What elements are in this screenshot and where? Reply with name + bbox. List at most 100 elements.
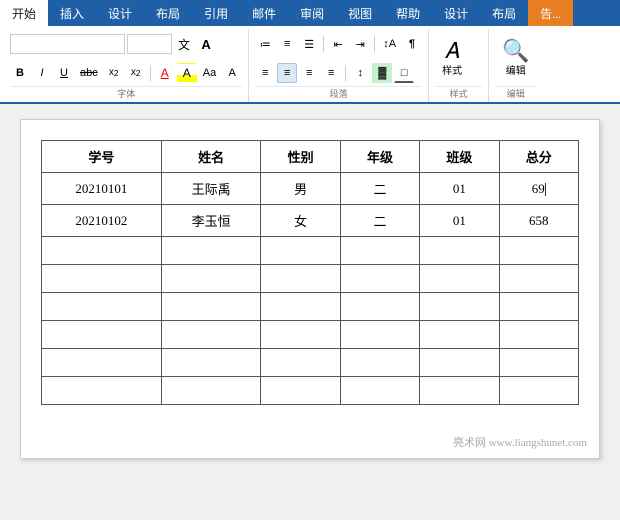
table-cell: 01 [420,205,499,237]
table-row [42,237,579,265]
edit-big-label: 编辑 [506,62,526,77]
table-cell: 女 [261,205,340,237]
font-name-input[interactable]: 等线 (中文正文) [10,34,125,54]
table-cell [340,349,419,377]
sort-button[interactable]: ↕A [379,34,400,54]
style-big-label: 样式 [442,62,462,77]
font-color-button[interactable]: A [155,63,175,83]
para-row2: ≡ ≡ ≡ ≡ ↕ ▓ □ [255,60,422,87]
tab-design1[interactable]: 设计 [96,0,144,26]
style-icon: 𝐴 [445,40,460,62]
show-para-button[interactable]: ¶ [402,34,422,54]
col-id: 学号 [42,141,162,173]
tab-start[interactable]: 开始 [0,0,48,26]
tab-help[interactable]: 帮助 [384,0,432,26]
table-cell: 69 [499,173,578,205]
align-left-button[interactable]: ≡ [255,63,275,83]
table-cell [161,349,261,377]
font-aa-button[interactable]: Aa [199,63,220,83]
style-big-button[interactable]: 𝐴 样式 [435,36,469,81]
indent-inc-button[interactable]: ⇥ [350,34,370,54]
table-cell: 王际禹 [161,173,261,205]
table-cell [261,293,340,321]
col-grade: 年级 [340,141,419,173]
table-cell [420,293,499,321]
para-row1: ≔ ≡ ☰ ⇤ ⇥ ↕A ¶ [255,31,422,58]
sep3 [374,36,375,52]
table-cell [161,377,261,405]
table-cell: 二 [340,173,419,205]
table-row [42,293,579,321]
sep4 [345,65,346,81]
col-score: 总分 [499,141,578,173]
table-cell [261,265,340,293]
font-enlarge-button[interactable]: A [196,34,216,54]
edit-section-label: 编辑 [495,86,536,102]
table-cell [42,237,162,265]
table-cell: 二 [340,205,419,237]
multilevel-button[interactable]: ☰ [299,34,319,54]
indent-dec-button[interactable]: ⇤ [328,34,348,54]
table-cell [499,349,578,377]
line-spacing-button[interactable]: ↕ [350,63,370,83]
superscript-button[interactable]: x2 [126,63,146,83]
table-cell [261,237,340,265]
edit-big-button[interactable]: 🔍 编辑 [495,36,536,81]
font-size-input[interactable]: 四号 [127,34,172,54]
tab-warn[interactable]: 告... [528,0,573,26]
bullets-button[interactable]: ≔ [255,34,275,54]
align-center-button[interactable]: ≡ [277,63,297,83]
sep2 [323,36,324,52]
shading-button[interactable]: ▓ [372,63,392,83]
tab-design2[interactable]: 设计 [432,0,480,26]
tab-review[interactable]: 审阅 [288,0,336,26]
tab-view[interactable]: 视图 [336,0,384,26]
underline-button[interactable]: U [54,63,74,83]
tab-layout2[interactable]: 布局 [480,0,528,26]
highlight-button[interactable]: A [177,63,197,83]
tab-mail[interactable]: 邮件 [240,0,288,26]
table-cell [499,377,578,405]
justify-button[interactable]: ≡ [321,63,341,83]
align-right-button[interactable]: ≡ [299,63,319,83]
table-cell [42,265,162,293]
style-btns: 𝐴 样式 [435,31,482,86]
style-section-label: 样式 [435,86,482,102]
bold-button[interactable]: B [10,63,30,83]
numbering-button[interactable]: ≡ [277,34,297,54]
table-cell [340,293,419,321]
sep1 [150,65,151,81]
strikethrough-button[interactable]: abc [76,63,102,83]
table-cell [161,237,261,265]
table-cell: 20210102 [42,205,162,237]
col-name: 姓名 [161,141,261,173]
watermark: 亮术网 www.liangshunet.com [453,434,587,450]
table-row [42,265,579,293]
tab-layout1[interactable]: 布局 [144,0,192,26]
edit-btns: 🔍 编辑 [495,31,536,86]
table-cell [499,237,578,265]
font-section: 等线 (中文正文) 四号 文 A B I U abc x2 x2 A A Aa … [4,29,249,102]
border-button[interactable]: □ [394,63,414,83]
tab-insert[interactable]: 插入 [48,0,96,26]
para-section: ≔ ≡ ☰ ⇤ ⇥ ↕A ¶ ≡ ≡ ≡ ≡ ↕ ▓ □ 段落 [249,29,429,102]
table-cell [420,321,499,349]
table-cell [261,349,340,377]
table-cell [499,293,578,321]
table-cell [340,237,419,265]
edit-icon: 🔍 [502,40,529,62]
table-cell [499,321,578,349]
font-smallcaps-button[interactable]: A [222,63,242,83]
italic-button[interactable]: I [32,63,52,83]
wfen-button[interactable]: 文 [174,34,194,54]
table-cell [42,349,162,377]
table-cell: 李玉恒 [161,205,261,237]
table-row [42,377,579,405]
table-cell [161,265,261,293]
tab-ref[interactable]: 引用 [192,0,240,26]
table-header-row: 学号 姓名 性别 年级 班级 总分 [42,141,579,173]
student-table: 学号 姓名 性别 年级 班级 总分 20210101王际禹男二016920210… [41,140,579,405]
table-row: 20210102李玉恒女二01658 [42,205,579,237]
font-row1: 等线 (中文正文) 四号 文 A [10,31,242,58]
subscript-button[interactable]: x2 [104,63,124,83]
